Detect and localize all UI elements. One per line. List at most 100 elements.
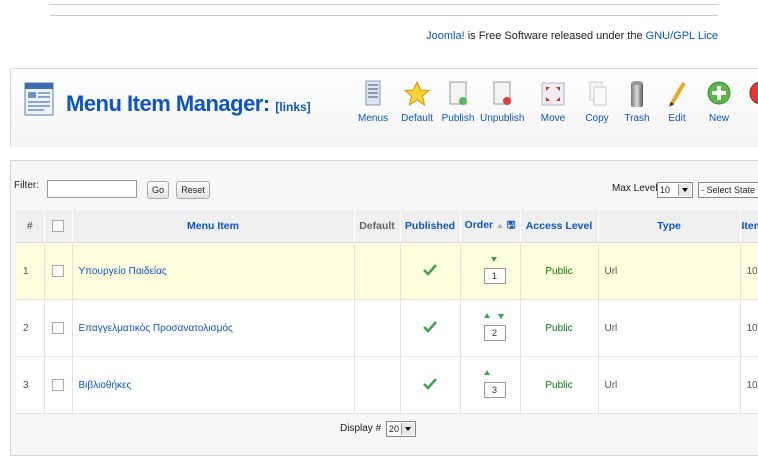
move-button[interactable]: Move (531, 79, 575, 124)
type-cell: Url (598, 242, 741, 300)
new-icon (705, 79, 733, 109)
type-cell: Url (598, 299, 741, 357)
col-check-header (44, 210, 73, 243)
row-checkbox-cell (44, 299, 73, 357)
help-icon (747, 79, 758, 109)
pagination-display: Display # (340, 423, 381, 434)
move-up-icon[interactable] (483, 313, 490, 318)
unpublish-icon (488, 79, 516, 109)
max-levels-value: 10 (660, 185, 671, 195)
help-button[interactable]: H (739, 79, 758, 124)
row-checkbox-cell (44, 356, 73, 414)
menu-item-link[interactable]: Επαγγελματικός Προσανατολισμός (72, 299, 355, 357)
move-label: Move (540, 113, 566, 124)
filter-input[interactable] (47, 180, 137, 198)
go-button[interactable]: Go (147, 181, 169, 199)
col-itemid-header[interactable]: Item (740, 210, 758, 243)
top-divider (50, 4, 718, 5)
publish-button[interactable]: Publish (436, 79, 480, 124)
page-title-text: Menu Item Manager: (66, 91, 270, 116)
default-label: Default (401, 113, 433, 124)
reset-button[interactable]: Reset (176, 181, 210, 199)
col-published-header[interactable]: Published (400, 210, 461, 243)
row-number: 1 (16, 242, 45, 300)
select-all-checkbox[interactable] (52, 220, 64, 232)
row-number: 2 (16, 299, 45, 357)
max-levels-label: Max Levels (612, 183, 663, 194)
itemid-cell: 104 (740, 356, 758, 414)
publish-icon (444, 79, 472, 109)
table-row: 3 Βιβλιοθήκες 3 Public Url 104 (16, 356, 758, 414)
order-header-label: Order (464, 218, 494, 231)
copy-label: Copy (585, 113, 609, 124)
row-checkbox-cell (44, 242, 73, 300)
unpublish-label: Unpublish (480, 113, 525, 124)
menu-manager-icon (24, 82, 54, 116)
page-title: Menu Item Manager: [links] (66, 91, 311, 117)
edit-label: Edit (668, 113, 686, 124)
order-cell: 2 (460, 299, 521, 357)
row-checkbox[interactable] (52, 379, 64, 391)
edit-button[interactable]: Edit (655, 79, 699, 124)
move-down-icon[interactable] (490, 257, 497, 262)
col-type-header[interactable]: Type (598, 210, 741, 243)
default-cell (354, 242, 401, 300)
display-label: Display # (340, 423, 382, 434)
default-button[interactable]: Default (395, 79, 439, 124)
table-row: 1 Υπουργείο Παιδείας 1 Public Url 103 (16, 242, 758, 300)
unpublish-button[interactable]: Unpublish (480, 79, 524, 124)
row-checkbox[interactable] (52, 322, 64, 334)
new-label: New (708, 113, 729, 124)
menu-item-link[interactable]: Υπουργείο Παιδείας (72, 242, 355, 300)
published-check-icon[interactable] (423, 263, 437, 276)
published-cell (400, 299, 461, 357)
row-checkbox[interactable] (52, 265, 64, 277)
table-header-row: # Menu Item Default Published Order ▲ 🖫 … (16, 210, 758, 243)
access-level[interactable]: Public (520, 299, 599, 357)
max-levels-select[interactable]: 10 (657, 182, 693, 198)
order-input[interactable]: 3 (483, 382, 506, 398)
star-icon (403, 79, 431, 109)
menu-item-link[interactable]: Βιβλιοθήκες (72, 356, 355, 414)
copy-icon (583, 79, 611, 109)
order-input[interactable]: 1 (483, 268, 506, 284)
state-select[interactable]: - Select State - (698, 182, 758, 198)
new-button[interactable]: New (697, 79, 741, 124)
state-select-value: - Select State - (701, 185, 758, 195)
filter-label: Filter: (14, 180, 39, 191)
menus-button[interactable]: Menus (351, 79, 395, 124)
license-link[interactable]: GNU/GPL Lice (646, 30, 718, 42)
top-divider-2 (50, 15, 718, 16)
joomla-link[interactable]: Joomla! (426, 30, 465, 42)
display-select[interactable]: 20 (386, 421, 416, 437)
col-access-header[interactable]: Access Level (520, 210, 599, 243)
menu-items-table: # Menu Item Default Published Order ▲ 🖫 … (16, 210, 758, 414)
help-label: H (739, 113, 758, 124)
published-cell (400, 242, 461, 300)
col-menu-item-header[interactable]: Menu Item (72, 210, 355, 243)
move-down-icon[interactable] (497, 314, 504, 319)
col-order-header[interactable]: Order ▲ 🖫 (460, 210, 521, 243)
published-check-icon[interactable] (423, 377, 437, 390)
move-icon (539, 79, 567, 109)
save-order-icon[interactable]: 🖫 (507, 220, 516, 231)
page-subtitle: [links] (275, 100, 311, 114)
published-cell (400, 356, 461, 414)
access-level[interactable]: Public (520, 356, 599, 414)
itemid-cell: 105 (740, 299, 758, 357)
row-number: 3 (16, 356, 45, 414)
published-check-icon[interactable] (423, 320, 437, 333)
access-level[interactable]: Public (520, 242, 599, 300)
chevron-down-icon (678, 184, 691, 196)
trash-button[interactable]: Trash (615, 79, 659, 124)
move-up-icon[interactable] (483, 370, 490, 375)
table-row: 2 Επαγγελματικός Προσανατολισμός 2 Publi… (16, 299, 758, 357)
chevron-down-icon (401, 423, 414, 435)
toolbar-box: Menu Item Manager: [links] Menus Default… (10, 68, 758, 147)
publish-label: Publish (441, 113, 475, 124)
copy-button[interactable]: Copy (575, 79, 619, 124)
order-cell: 1 (460, 242, 521, 300)
type-cell: Url (598, 356, 741, 414)
order-input[interactable]: 2 (483, 325, 506, 341)
default-cell (354, 299, 401, 357)
